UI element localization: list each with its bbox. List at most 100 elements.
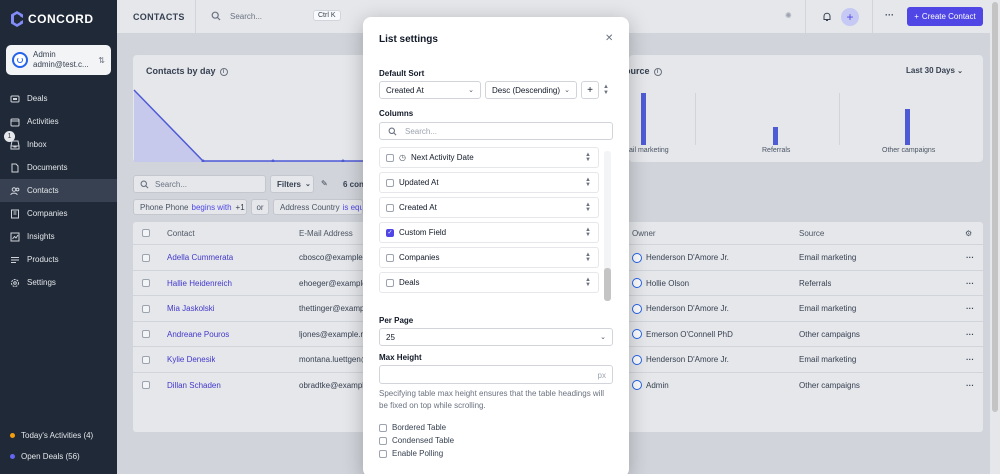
search-icon <box>388 127 397 135</box>
filters-button[interactable]: Filters ⌄ <box>270 175 314 193</box>
today-activities-link[interactable]: Today's Activities (4) <box>10 431 115 440</box>
users-icon <box>10 186 20 196</box>
email-cell[interactable]: montana.luettgen@ <box>299 347 365 372</box>
contact-name-link[interactable]: Dillan Schaden <box>167 373 221 398</box>
user-menu[interactable]: Admin admin@test.c... ⇅ <box>6 45 111 75</box>
edit-filter-icon[interactable]: ✎ <box>321 179 328 188</box>
sidebar-item-activities[interactable]: Activities <box>0 110 117 133</box>
checkbox[interactable] <box>379 436 387 445</box>
checkbox[interactable] <box>386 278 394 287</box>
page-scrollbar-thumb[interactable] <box>992 2 998 412</box>
filter-or-toggle[interactable]: or <box>251 199 269 215</box>
drag-handle-icon[interactable]: ▲ ▼ <box>585 202 591 213</box>
row-checkbox[interactable] <box>142 347 150 372</box>
row-checkbox[interactable] <box>142 245 150 270</box>
add-sort-button[interactable]: + <box>581 81 599 99</box>
checkbox[interactable] <box>379 449 387 458</box>
contact-name-link[interactable]: Andreane Pouros <box>167 322 229 347</box>
drag-handle-icon[interactable]: ▲ ▼ <box>585 277 591 288</box>
row-actions-icon[interactable]: ··· <box>966 373 974 398</box>
more-menu-icon[interactable]: ··· <box>885 10 894 20</box>
sort-direction-select[interactable]: Desc (Descending) ⌄ <box>485 81 577 99</box>
quick-create-button[interactable]: + <box>841 8 859 26</box>
enable-polling-option[interactable]: Enable Polling <box>379 449 443 458</box>
sidebar-item-insights[interactable]: Insights <box>0 225 117 248</box>
email-cell[interactable]: ljones@example.n <box>299 322 365 347</box>
checkbox[interactable] <box>386 203 394 212</box>
app-logo[interactable]: CONCORD <box>10 10 94 28</box>
columns-scrollbar-thumb[interactable] <box>604 268 611 301</box>
column-header-owner[interactable]: Owner <box>632 222 656 244</box>
column-header-contact[interactable]: Contact <box>167 222 195 244</box>
contact-name-link[interactable]: Mia Jaskolski <box>167 296 215 321</box>
max-height-input[interactable]: px <box>379 365 613 384</box>
column-option[interactable]: ◷ Next Activity Date ▲ ▼ <box>379 147 599 168</box>
drag-handle-icon[interactable]: ▲ ▼ <box>585 227 591 238</box>
row-checkbox[interactable] <box>142 373 150 398</box>
table-settings-icon[interactable]: ⚙ <box>965 222 972 244</box>
contact-name-link[interactable]: Hallie Heidenreich <box>167 271 232 296</box>
bordered-table-option[interactable]: Bordered Table <box>379 423 446 432</box>
filter-chip[interactable]: Phone Phone begins with +1 <box>133 199 247 215</box>
checkbox[interactable] <box>386 178 394 187</box>
sidebar-item-settings[interactable]: Settings <box>0 271 117 294</box>
status-dot <box>10 433 15 438</box>
close-icon[interactable]: ✕ <box>605 33 613 44</box>
email-cell[interactable]: cbosco@example. <box>299 245 365 270</box>
app-name: CONCORD <box>28 12 94 26</box>
checkbox[interactable] <box>379 423 387 432</box>
per-page-select[interactable]: 25 ⌄ <box>379 328 613 346</box>
row-actions-icon[interactable]: ··· <box>966 322 974 347</box>
email-cell[interactable]: obradtke@exampl <box>299 373 365 398</box>
row-checkbox[interactable] <box>142 271 150 296</box>
checkbox[interactable] <box>386 153 394 162</box>
drag-handle-icon[interactable]: ▲ ▼ <box>585 252 591 263</box>
contact-name-link[interactable]: Kylie Denesik <box>167 347 215 372</box>
condensed-table-option[interactable]: Condensed Table <box>379 436 454 445</box>
drag-handle-icon[interactable]: ▲ ▼ <box>585 152 591 163</box>
columns-search-input[interactable]: Search... <box>379 122 613 140</box>
contact-name-link[interactable]: Adella Cummerata <box>167 245 233 270</box>
filter-chip[interactable]: Address Countryis equa <box>273 199 363 215</box>
column-option[interactable]: Companies ▲ ▼ <box>379 247 599 268</box>
sidebar-item-deals[interactable]: Deals <box>0 87 117 110</box>
email-cell[interactable]: thettinger@exampl <box>299 296 365 321</box>
today-activities-label: Today's Activities (4) <box>21 431 94 440</box>
column-option[interactable]: Deals ▲ ▼ <box>379 272 599 293</box>
open-deals-link[interactable]: Open Deals (56) <box>10 452 115 461</box>
sidebar-item-label: Documents <box>27 163 68 172</box>
checkbox[interactable] <box>386 253 394 262</box>
card-title: ource i <box>625 66 662 76</box>
column-option[interactable]: ✓ Custom Field ▲ ▼ <box>379 222 599 243</box>
global-search-input[interactable]: Search... <box>230 12 262 21</box>
column-option[interactable]: Created At ▲ ▼ <box>379 197 599 218</box>
column-header-source[interactable]: Source <box>799 222 824 244</box>
date-range-select[interactable]: Last 30 Days ⌄ <box>906 66 963 75</box>
contacts-search-input[interactable]: Search... <box>133 175 266 193</box>
column-header-email[interactable]: E-Mail Address <box>299 222 353 244</box>
chart-point <box>341 159 345 162</box>
sidebar-item-companies[interactable]: Companies <box>0 202 117 225</box>
column-option[interactable]: Updated At ▲ ▼ <box>379 172 599 193</box>
row-actions-icon[interactable]: ··· <box>966 296 974 321</box>
sparkle-icon[interactable]: ✺ <box>785 11 792 20</box>
notifications-button[interactable] <box>818 8 836 26</box>
sidebar-item-contacts[interactable]: Contacts <box>0 179 117 202</box>
email-cell[interactable]: ehoeger@example. <box>299 271 365 296</box>
bell-icon <box>823 12 831 21</box>
sort-reorder-icon[interactable]: ▲ ▼ <box>603 84 609 96</box>
drag-handle-icon[interactable]: ▲ ▼ <box>585 177 591 188</box>
row-actions-icon[interactable]: ··· <box>966 271 974 296</box>
row-actions-icon[interactable]: ··· <box>966 245 974 270</box>
row-checkbox[interactable] <box>142 296 150 321</box>
search-icon[interactable] <box>211 11 221 23</box>
select-all-checkbox[interactable] <box>142 222 150 244</box>
sort-field-select[interactable]: Created At ⌄ <box>379 81 481 99</box>
create-contact-button[interactable]: + Create Contact <box>907 7 983 26</box>
sidebar-item-documents[interactable]: Documents <box>0 156 117 179</box>
sidebar-item-inbox[interactable]: 1 Inbox <box>0 131 117 156</box>
row-actions-icon[interactable]: ··· <box>966 347 974 372</box>
sidebar-item-products[interactable]: Products <box>0 248 117 271</box>
checkbox[interactable]: ✓ <box>386 228 394 237</box>
row-checkbox[interactable] <box>142 322 150 347</box>
